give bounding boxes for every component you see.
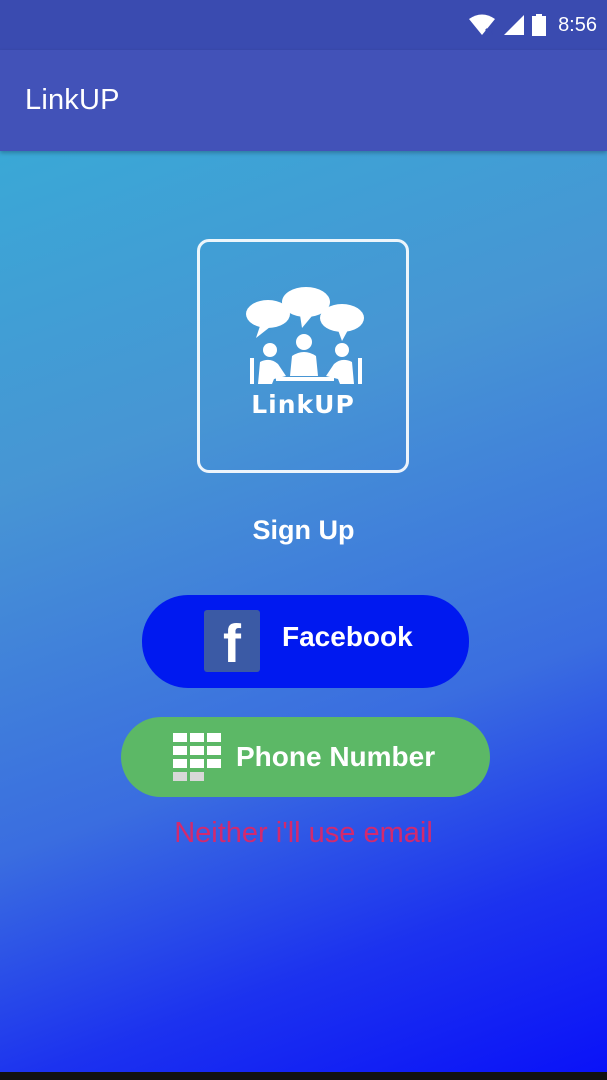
app-title: LinkUP: [25, 84, 120, 116]
signal-icon: [504, 15, 525, 35]
wifi-icon: [469, 14, 496, 36]
facebook-signup-button[interactable]: f Facebook: [142, 595, 469, 688]
status-time: 8:56: [558, 13, 597, 36]
sign-up-heading: Sign Up: [252, 515, 355, 545]
facebook-button-label: Facebook: [282, 621, 413, 652]
battery-icon: [532, 14, 547, 36]
people-chat-logo-icon: [246, 287, 364, 384]
use-email-link[interactable]: Neither i'll use email: [0, 817, 607, 850]
phone-number-signup-button[interactable]: Phone Number: [121, 717, 490, 797]
status-icons: 8:56: [468, 0, 597, 50]
navigation-bar: [0, 1072, 607, 1080]
phone-button-label: Phone Number: [236, 741, 436, 772]
sign-up-content: LinkUP Sign Up f Facebook Phone Number N…: [0, 151, 607, 1072]
logo-text: LinkUP: [251, 390, 355, 419]
app-logo: LinkUP: [197, 239, 409, 473]
app-bar: LinkUP: [0, 50, 607, 151]
screen: 8:56 LinkUP LinkUP Sign Up f Facebook Ph…: [0, 0, 607, 1080]
grid-keypad-icon: [173, 733, 221, 781]
status-bar: 8:56: [0, 0, 607, 50]
facebook-icon: f: [204, 610, 260, 672]
